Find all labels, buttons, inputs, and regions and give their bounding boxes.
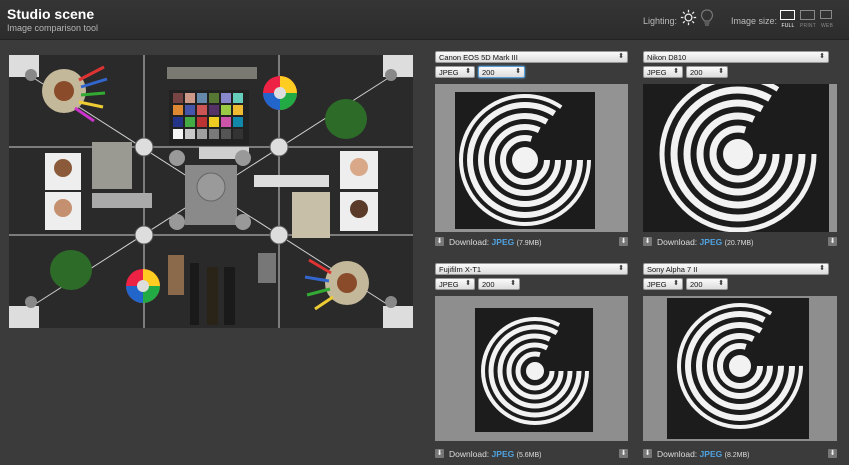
download-label: Download: xyxy=(657,449,698,459)
page-title: Studio scene xyxy=(7,6,95,22)
crop-image[interactable] xyxy=(643,296,837,441)
download-link[interactable]: Download: JPEG (7.9MB) xyxy=(449,237,542,247)
page-subtitle: Image comparison tool xyxy=(7,23,99,33)
download-icon[interactable]: ⬇ xyxy=(435,237,444,246)
iso-select-value: 200 xyxy=(690,68,703,77)
scene-illustration xyxy=(9,55,413,328)
spiral-target-image xyxy=(643,296,837,441)
iso-select[interactable]: 200 ⬍ xyxy=(686,66,728,78)
download-icon[interactable]: ⬇ xyxy=(828,449,837,458)
download-label: Download: xyxy=(657,237,698,247)
download-icon[interactable]: ⬇ xyxy=(619,237,628,246)
size-option-label: FULL xyxy=(781,23,795,29)
download-icon[interactable]: ⬇ xyxy=(619,449,628,458)
download-icon[interactable]: ⬇ xyxy=(828,237,837,246)
iso-select[interactable]: 200 ⬍ xyxy=(686,278,728,290)
download-format[interactable]: JPEG xyxy=(700,449,723,459)
format-select-value: JPEG xyxy=(647,280,667,289)
download-size: (5.6MB) xyxy=(516,452,542,459)
download-format[interactable]: JPEG xyxy=(492,237,515,247)
chevron-updown-icon: ⬍ xyxy=(465,68,471,75)
download-label: Download: xyxy=(449,449,490,459)
lighting-label: Lighting: xyxy=(643,16,678,26)
chevron-updown-icon: ⬍ xyxy=(618,53,624,60)
full-size-icon xyxy=(780,10,795,20)
format-select-value: JPEG xyxy=(439,68,459,77)
chevron-updown-icon: ⬍ xyxy=(673,280,679,287)
scene-overview-image[interactable] xyxy=(9,55,413,328)
download-label: Download: xyxy=(449,237,490,247)
download-link[interactable]: Download: JPEG (5.6MB) xyxy=(449,449,542,459)
format-select[interactable]: JPEG ⬍ xyxy=(643,66,683,78)
size-option-print[interactable]: PRINT xyxy=(799,10,817,32)
download-format[interactable]: JPEG xyxy=(700,237,723,247)
spiral-target-image xyxy=(435,84,628,232)
web-size-icon xyxy=(820,10,832,19)
chevron-updown-icon: ⬍ xyxy=(465,280,471,287)
download-size: (20.7MB) xyxy=(724,240,754,247)
crop-image[interactable] xyxy=(435,84,628,232)
iso-select-value: 200 xyxy=(482,68,495,77)
download-link[interactable]: Download: JPEG (8.2MB) xyxy=(657,449,750,459)
image-size-label: Image size: xyxy=(731,16,778,26)
chevron-updown-icon: ⬍ xyxy=(819,53,825,60)
camera-select-value: Nikon D810 xyxy=(647,53,687,62)
download-size: (7.9MB) xyxy=(516,240,542,247)
size-option-label: WEB xyxy=(821,23,833,29)
format-select[interactable]: JPEG ⬍ xyxy=(435,278,475,290)
download-size: (8.2MB) xyxy=(724,452,750,459)
format-select[interactable]: JPEG ⬍ xyxy=(643,278,683,290)
spiral-target-image xyxy=(435,296,628,441)
header-bar: Studio scene Image comparison tool Light… xyxy=(0,0,849,40)
app: Studio scene Image comparison tool Light… xyxy=(0,0,849,465)
camera-select[interactable]: Nikon D810 ⬍ xyxy=(643,51,829,63)
download-icon[interactable]: ⬇ xyxy=(643,449,652,458)
size-option-web[interactable]: WEB xyxy=(818,10,836,32)
camera-select-value: Fujifilm X-T1 xyxy=(439,265,482,274)
print-size-icon xyxy=(800,10,815,20)
download-link[interactable]: Download: JPEG (20.7MB) xyxy=(657,237,753,247)
camera-select-value: Canon EOS 5D Mark III xyxy=(439,53,518,62)
chevron-updown-icon: ⬍ xyxy=(515,68,521,75)
iso-select[interactable]: 200 ⬍ xyxy=(478,278,520,290)
chevron-updown-icon: ⬍ xyxy=(718,68,724,75)
camera-select[interactable]: Fujifilm X-T1 ⬍ xyxy=(435,263,628,275)
chevron-updown-icon: ⬍ xyxy=(673,68,679,75)
camera-select[interactable]: Canon EOS 5D Mark III ⬍ xyxy=(435,51,628,63)
crop-image[interactable] xyxy=(643,84,837,232)
format-select[interactable]: JPEG ⬍ xyxy=(435,66,475,78)
crop-image[interactable] xyxy=(435,296,628,441)
camera-select[interactable]: Sony Alpha 7 II ⬍ xyxy=(643,263,829,275)
format-select-value: JPEG xyxy=(647,68,667,77)
download-icon[interactable]: ⬇ xyxy=(643,237,652,246)
format-select-value: JPEG xyxy=(439,280,459,289)
spiral-target-image xyxy=(643,84,837,232)
iso-select-value: 200 xyxy=(690,280,703,289)
iso-select[interactable]: 200 ⬍ xyxy=(478,66,525,78)
sun-icon[interactable] xyxy=(680,9,697,26)
bulb-icon[interactable] xyxy=(700,9,714,27)
download-format[interactable]: JPEG xyxy=(492,449,515,459)
size-option-full[interactable]: FULL xyxy=(779,10,797,32)
chevron-updown-icon: ⬍ xyxy=(819,265,825,272)
camera-select-value: Sony Alpha 7 II xyxy=(647,265,698,274)
chevron-updown-icon: ⬍ xyxy=(510,280,516,287)
download-icon[interactable]: ⬇ xyxy=(435,449,444,458)
iso-select-value: 200 xyxy=(482,280,495,289)
chevron-updown-icon: ⬍ xyxy=(718,280,724,287)
chevron-updown-icon: ⬍ xyxy=(618,265,624,272)
